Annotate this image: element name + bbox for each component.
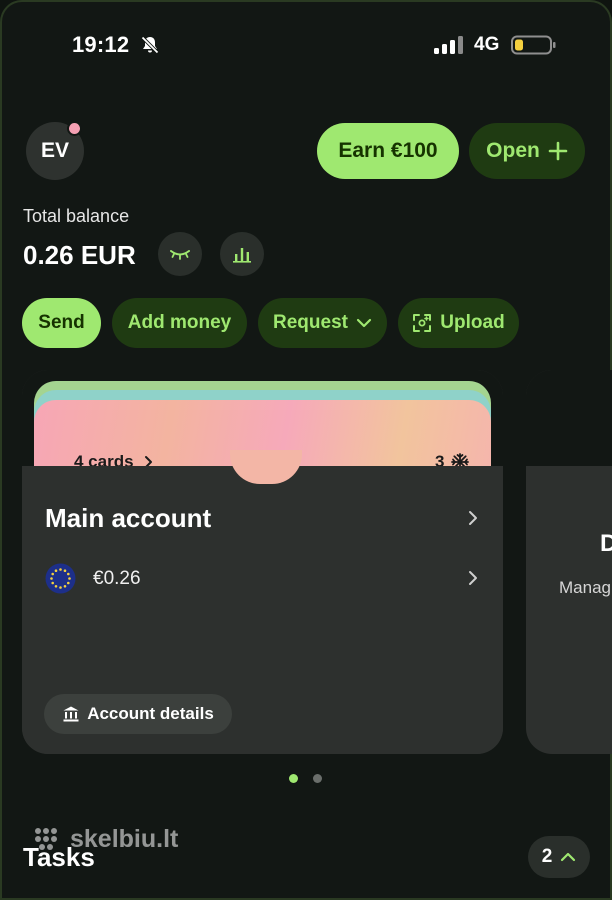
scan-icon: [413, 314, 432, 332]
avatar-initials: EV: [40, 139, 69, 162]
open-button-label: Open: [486, 139, 540, 162]
insights-button[interactable]: [220, 232, 264, 276]
watermark-text: skelbiu.lt: [70, 824, 179, 853]
send-button-label: Send: [38, 312, 85, 333]
signal-icon: [434, 36, 463, 54]
pager-dot[interactable]: [313, 774, 322, 783]
add-money-button-label: Add money: [127, 312, 232, 333]
upload-button[interactable]: Upload: [398, 298, 519, 348]
network-type: 4G: [474, 34, 500, 55]
notification-dot: [67, 121, 82, 136]
main-account-card[interactable]: 4 cards 3 Main account €0.26 Account det…: [22, 370, 503, 754]
watermark-logo-icon: [35, 828, 57, 850]
chevron-down-icon: [356, 318, 372, 328]
status-time: 19:12: [72, 32, 130, 57]
eu-flag-icon: [45, 563, 76, 594]
upload-button-label: Upload: [440, 312, 505, 333]
add-money-button[interactable]: Add money: [112, 298, 247, 348]
request-button[interactable]: Request: [258, 298, 387, 348]
chevron-up-icon: [561, 852, 576, 862]
next-account-card[interactable]: D Manag: [526, 370, 612, 754]
watermark: skelbiu.lt: [30, 823, 178, 855]
chevron-right-icon[interactable]: [466, 509, 480, 527]
bar-chart-icon: [233, 248, 251, 263]
eye-closed-icon: [170, 250, 190, 260]
bell-muted-icon: [141, 36, 159, 54]
chevron-right-icon[interactable]: [466, 569, 480, 587]
account-details-button[interactable]: Account details: [44, 694, 232, 734]
tasks-count: 2: [541, 846, 553, 867]
next-card-subtitle: Manag: [559, 578, 611, 597]
account-title[interactable]: Main account: [45, 503, 211, 534]
card-stack-area: [526, 370, 612, 466]
request-button-label: Request: [273, 312, 348, 333]
bank-icon: [63, 706, 79, 722]
earn-button[interactable]: Earn €100: [317, 123, 459, 179]
tasks-count-toggle[interactable]: 2: [528, 836, 590, 878]
account-details-label: Account details: [87, 704, 214, 723]
total-balance-label: Total balance: [23, 206, 130, 226]
next-card-title: D: [600, 530, 612, 557]
status-bar: 19:12 4G: [0, 0, 612, 90]
send-button[interactable]: Send: [22, 298, 101, 348]
open-button[interactable]: Open: [469, 123, 585, 179]
account-balance[interactable]: €0.26: [93, 568, 141, 590]
pager-dot-active[interactable]: [289, 774, 298, 783]
earn-button-label: Earn €100: [338, 139, 438, 162]
plus-icon: [548, 141, 568, 161]
app-screen: 19:12 4G EV Earn €100 Open Total balance…: [0, 0, 612, 900]
total-balance-amount: 0.26 EUR: [23, 240, 136, 270]
hide-balance-button[interactable]: [158, 232, 202, 276]
battery-low-icon: [511, 35, 556, 55]
